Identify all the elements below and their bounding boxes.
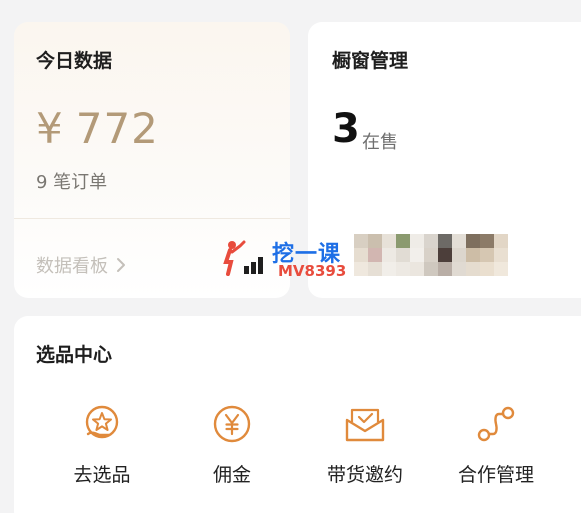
order-count: 9 笔订单 (36, 172, 108, 193)
yen-coin-icon (210, 402, 254, 446)
today-amount: ¥772 (36, 104, 159, 153)
selection-center-title: 选品中心 (36, 344, 113, 366)
on-sale-label: 在售 (362, 132, 398, 153)
promotion-invitation-button[interactable]: 带货邀约 (305, 402, 425, 487)
chevron-right-icon (116, 257, 126, 273)
watermark-code: MV8393 (278, 262, 347, 280)
product-selection-center-card: 选品中心 去选品 佣金 带货邀约 合作管理 (14, 316, 581, 513)
data-board-label: 数据看板 (36, 256, 108, 277)
on-sale-count: 3 (332, 106, 360, 152)
amount-value: 772 (75, 104, 159, 153)
envelope-check-icon (343, 402, 387, 446)
tool-row: 去选品 佣金 带货邀约 合作管理 (14, 402, 581, 492)
commission-button[interactable]: 佣金 (172, 402, 292, 487)
today-data-title: 今日数据 (36, 50, 113, 72)
cooperation-nodes-icon (474, 402, 518, 446)
watermark: 挖一课 MV8393 (222, 236, 352, 282)
hand-star-icon (80, 402, 124, 446)
cooperation-management-button[interactable]: 合作管理 (436, 402, 556, 487)
cooperation-management-label: 合作管理 (457, 464, 534, 486)
divider (14, 218, 290, 219)
commission-label: 佣金 (212, 464, 251, 486)
promotion-invitation-label: 带货邀约 (326, 464, 403, 486)
currency-symbol: ¥ (36, 104, 64, 153)
go-select-products-button[interactable]: 去选品 (42, 402, 162, 487)
product-thumbnails[interactable] (354, 234, 508, 276)
watermark-logo-icon (223, 240, 263, 276)
data-board-link[interactable]: 数据看板 (36, 252, 126, 278)
showcase-title: 橱窗管理 (332, 50, 409, 72)
go-select-products-label: 去选品 (73, 464, 131, 486)
